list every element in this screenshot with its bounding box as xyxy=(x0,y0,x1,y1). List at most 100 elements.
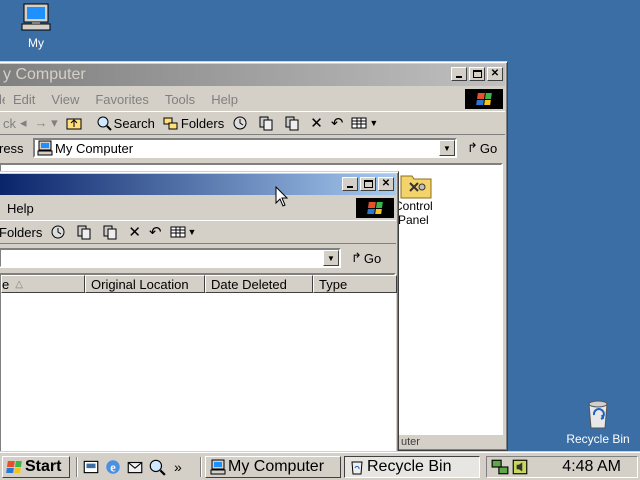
back-arrow-icon: ◂ xyxy=(20,115,27,130)
delete-button[interactable]: ✕ xyxy=(306,114,327,132)
minimize-button[interactable] xyxy=(342,177,358,191)
windows-flag-icon xyxy=(367,202,383,214)
column-header-label: Date Deleted xyxy=(211,276,287,292)
volume-icon[interactable] xyxy=(511,458,529,476)
views-button[interactable]: ▼ xyxy=(347,115,382,131)
undo-button[interactable]: ↶ xyxy=(145,223,166,241)
svg-text:e: e xyxy=(110,461,116,475)
computer-icon xyxy=(37,140,53,156)
internet-explorer-icon[interactable]: e xyxy=(104,458,122,476)
standard-toolbar: ck ◂ → ▾ Search Folders ✕ ↶ ▼ xyxy=(0,111,505,135)
move-to-button[interactable] xyxy=(254,115,280,131)
standard-toolbar: Folders ✕ ↶ ▼ xyxy=(0,220,396,244)
outlook-express-icon[interactable] xyxy=(126,458,144,476)
history-icon xyxy=(51,225,65,239)
views-button[interactable]: ▼ xyxy=(166,224,201,240)
title-bar[interactable]: y Computer ✕ xyxy=(0,64,505,86)
folders-icon xyxy=(163,117,178,130)
close-button[interactable]: ✕ xyxy=(378,177,394,191)
delete-button[interactable]: ✕ xyxy=(124,223,145,241)
address-value: My Computer xyxy=(55,140,134,156)
back-button[interactable]: ck ◂ xyxy=(0,115,31,131)
window-title: y Computer xyxy=(3,66,86,83)
network-icon[interactable] xyxy=(491,458,509,476)
close-button[interactable]: ✕ xyxy=(487,67,503,81)
menu-help[interactable]: Help xyxy=(0,201,42,216)
maximize-button[interactable] xyxy=(469,67,485,81)
move-to-button[interactable] xyxy=(72,224,98,240)
task-button-recycle-bin[interactable]: Recycle Bin xyxy=(344,456,480,478)
minimize-button[interactable] xyxy=(451,67,467,81)
menu-favorites[interactable]: Favorites xyxy=(87,92,156,107)
delete-icon: ✕ xyxy=(128,224,141,241)
copy-to-button[interactable] xyxy=(98,224,124,240)
desktop-icon-my-computer[interactable]: My xyxy=(14,2,58,50)
menu-edit[interactable]: Edit xyxy=(5,92,43,107)
windows-flag-icon xyxy=(476,93,492,105)
desktop-icon-recycle-bin[interactable]: Recycle Bin xyxy=(560,398,636,446)
maximize-button[interactable] xyxy=(360,177,376,191)
column-header-date-deleted[interactable]: Date Deleted xyxy=(205,275,313,293)
clock[interactable]: 4:48 AM xyxy=(562,458,621,476)
quick-launch-overflow[interactable]: » xyxy=(174,459,182,475)
task-label: My Computer xyxy=(228,458,325,475)
views-icon xyxy=(170,226,186,238)
file-item-label: Control xyxy=(394,199,433,213)
task-label: Recycle Bin xyxy=(367,458,452,475)
address-input[interactable]: ▼ xyxy=(0,248,341,268)
folders-label: Folders xyxy=(0,224,43,240)
task-button-my-computer[interactable]: My Computer xyxy=(205,456,341,478)
windows-logo xyxy=(465,89,503,109)
go-button[interactable]: ↱ Go xyxy=(463,140,501,156)
column-header-row: e △ Original Location Date Deleted Type xyxy=(1,275,397,293)
folders-button[interactable]: Folders xyxy=(159,115,228,131)
search-icon xyxy=(97,116,112,131)
column-header-name[interactable]: e △ xyxy=(1,275,85,293)
search-label: Search xyxy=(113,115,155,131)
address-input[interactable]: My Computer ▼ xyxy=(33,138,457,158)
copy-to-icon xyxy=(285,116,299,131)
history-button[interactable] xyxy=(46,224,72,240)
control-panel-folder-icon xyxy=(400,175,432,199)
history-button[interactable] xyxy=(228,115,254,131)
title-bar[interactable]: ✕ xyxy=(0,174,396,195)
menu-bar: le Edit View Favorites Tools Help xyxy=(0,89,505,109)
menu-view[interactable]: View xyxy=(43,92,87,107)
column-header-label: e xyxy=(2,276,10,292)
folders-button[interactable]: Folders xyxy=(0,225,46,240)
file-list[interactable]: e △ Original Location Date Deleted Type xyxy=(0,273,397,453)
copy-to-button[interactable] xyxy=(280,115,306,131)
desktop-icon-label: My xyxy=(28,36,44,50)
recycle-bin-icon xyxy=(588,400,608,429)
desktop-icon-label: Recycle Bin xyxy=(566,432,630,446)
windows-flag-icon xyxy=(6,461,22,473)
folders-label: Folders xyxy=(180,115,225,131)
file-item-control-panel[interactable]: Control Panel xyxy=(394,171,454,227)
address-dropdown-button[interactable]: ▼ xyxy=(439,140,455,156)
address-dropdown-button[interactable]: ▼ xyxy=(323,250,339,266)
show-desktop-icon[interactable] xyxy=(82,458,100,476)
go-button[interactable]: ↱ Go xyxy=(347,250,385,266)
copy-to-icon xyxy=(103,225,117,240)
recycle-bin-icon xyxy=(351,461,363,475)
up-button[interactable] xyxy=(62,115,88,131)
address-label: ress xyxy=(0,140,24,156)
views-dropdown-icon: ▼ xyxy=(187,227,197,237)
sort-arrow-icon: △ xyxy=(15,278,23,290)
column-header-original-location[interactable]: Original Location xyxy=(85,275,205,293)
undo-button[interactable]: ↶ xyxy=(327,114,348,132)
system-tray: 4:48 AM xyxy=(486,456,638,478)
taskbar-separator xyxy=(76,457,78,477)
menu-tools[interactable]: Tools xyxy=(157,92,203,107)
search-button[interactable]: Search xyxy=(92,115,159,131)
move-to-icon xyxy=(259,116,273,131)
recycle-bin-window[interactable]: ✕ Help Folders ✕ ↶ ▼ ▼ ↱ Go e △ Original… xyxy=(0,171,399,454)
column-header-type[interactable]: Type xyxy=(313,275,397,293)
search-icon[interactable] xyxy=(148,458,166,476)
forward-arrow-icon: → ▾ xyxy=(34,115,58,130)
menu-help[interactable]: Help xyxy=(203,92,246,107)
go-label: Go xyxy=(479,140,498,156)
forward-button[interactable]: → ▾ xyxy=(31,115,62,131)
start-button[interactable]: Start xyxy=(2,456,70,478)
start-label: Start xyxy=(25,458,62,475)
